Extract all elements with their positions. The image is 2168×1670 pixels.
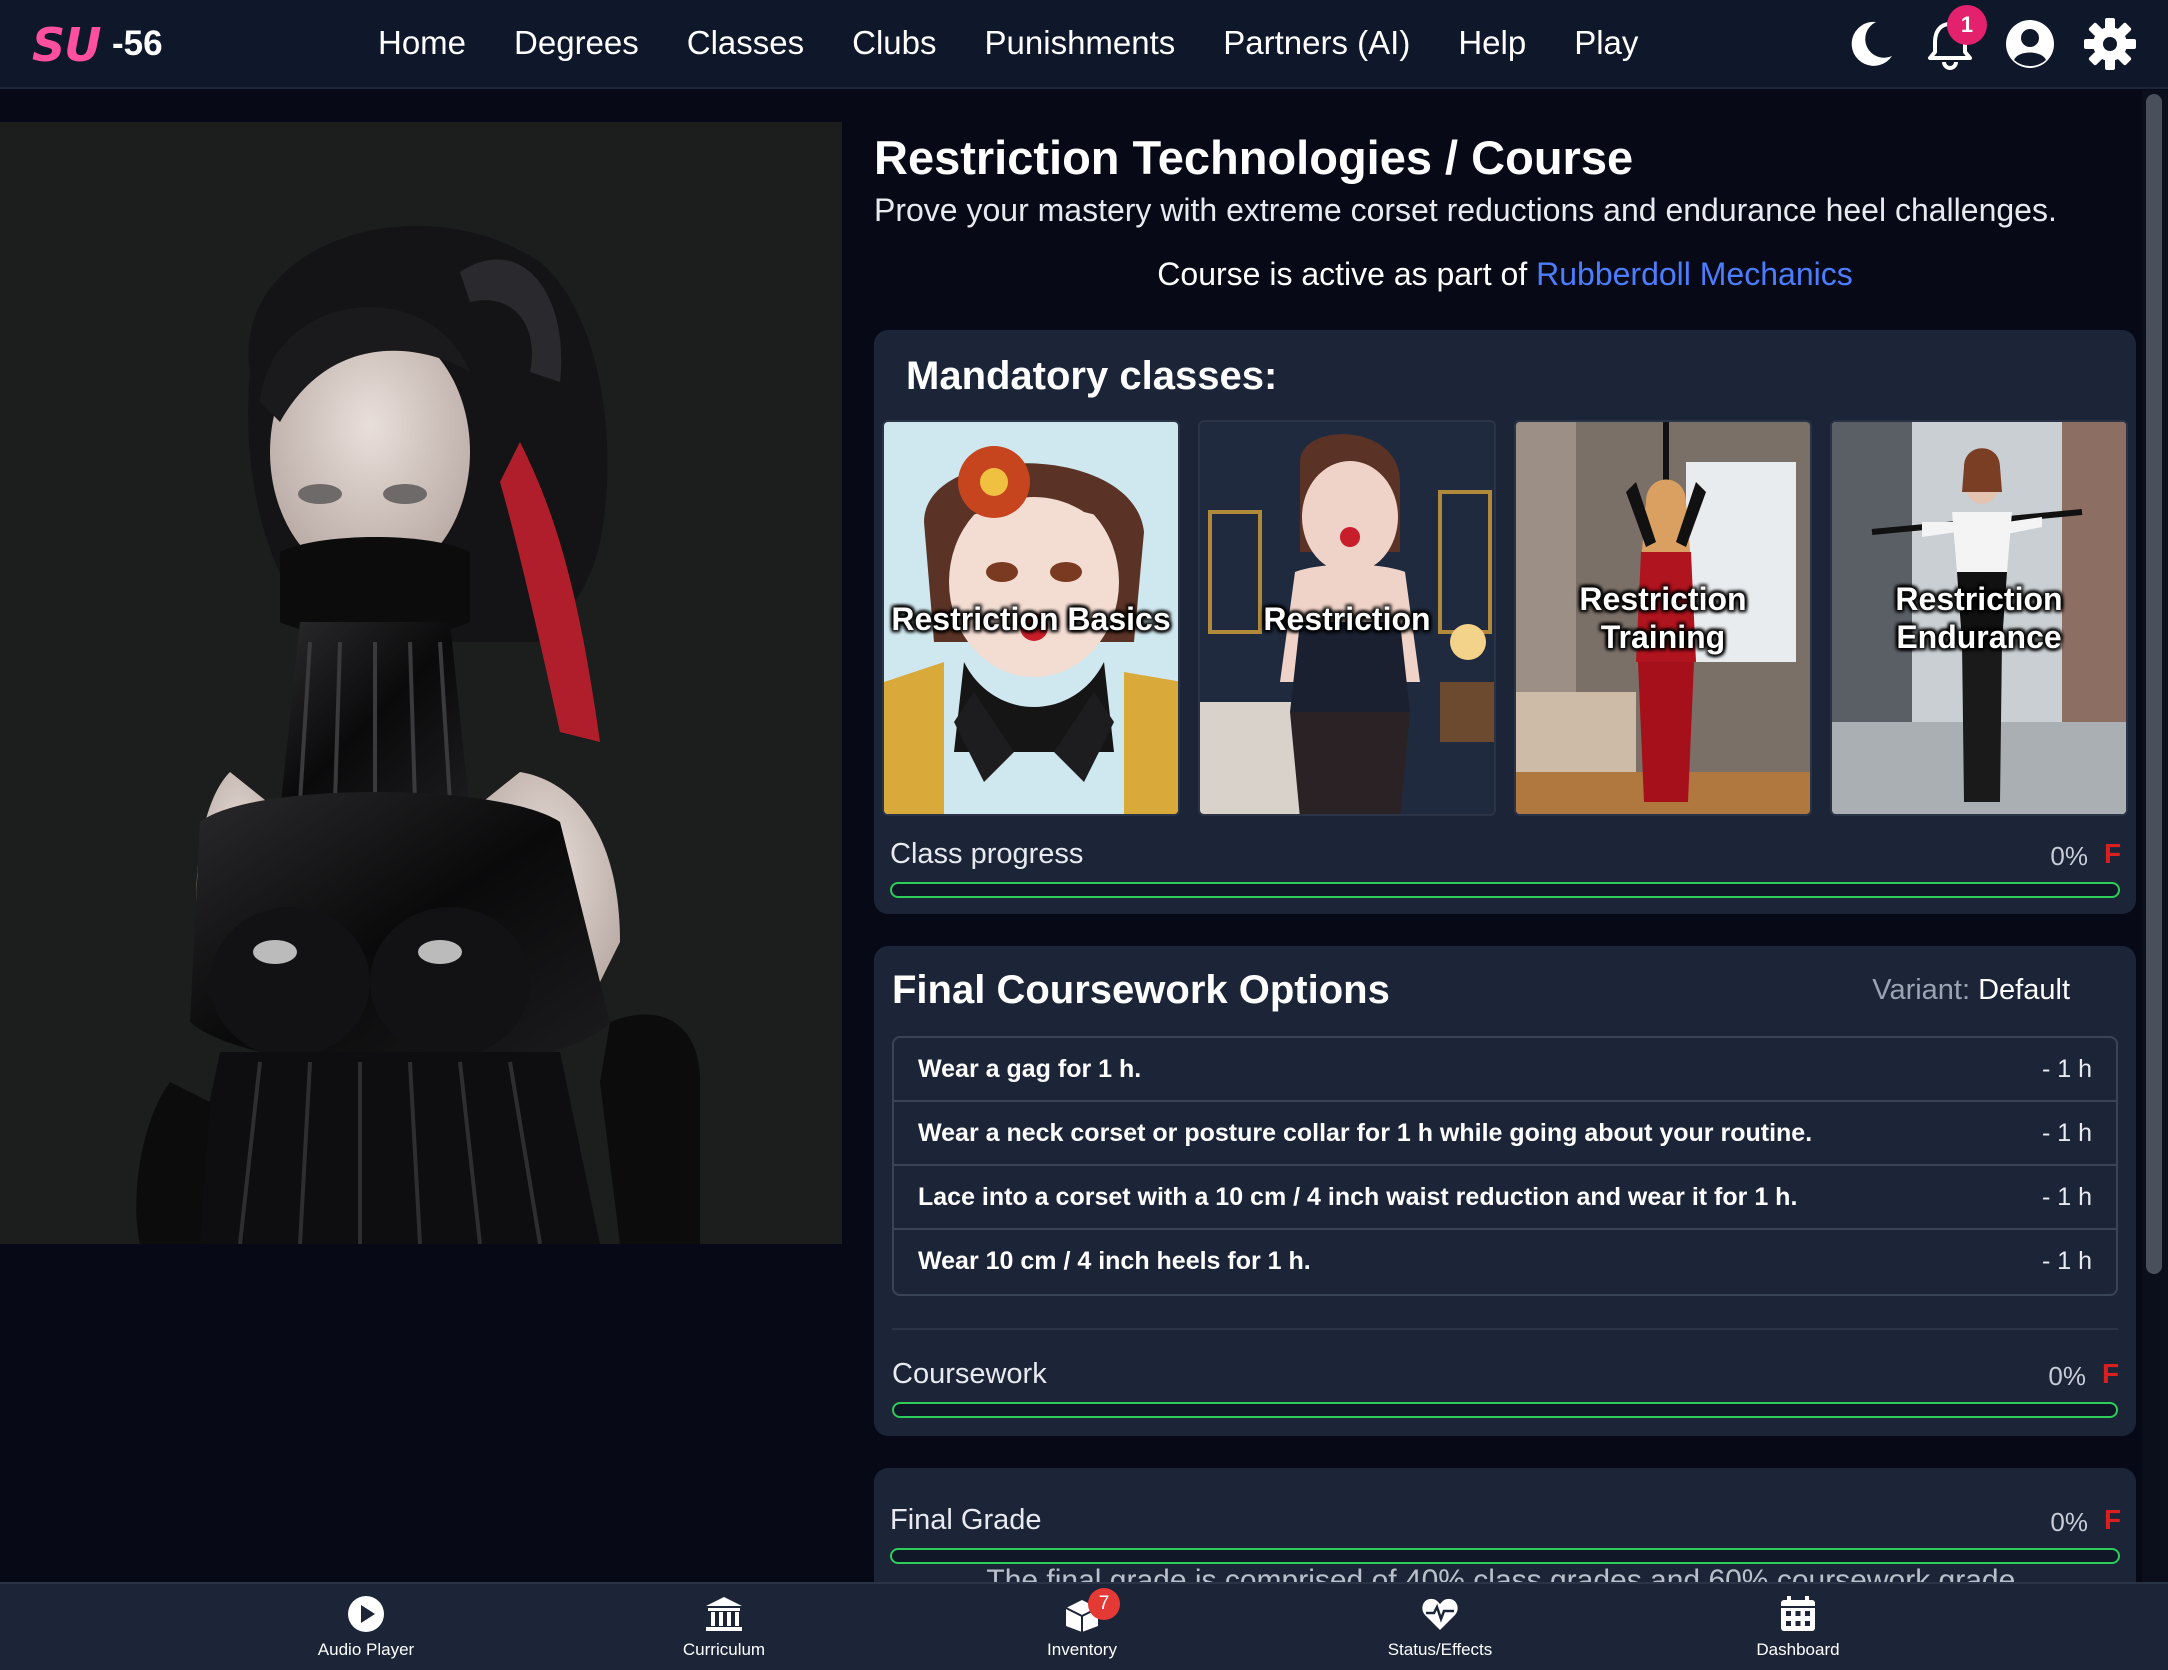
- course-description: Prove your mastery with extreme corset r…: [874, 192, 2057, 228]
- bottom-nav-label: Inventory: [1047, 1640, 1117, 1659]
- class-tile-restriction-endurance[interactable]: Restriction Endurance: [1830, 420, 2128, 816]
- variant-selector[interactable]: Variant: Default: [1872, 974, 2070, 1007]
- final-grade-label: Final Grade: [890, 1504, 1042, 1536]
- coursework-divider: [892, 1328, 2118, 1330]
- page-scrollbar-thumb[interactable]: [2146, 94, 2162, 1274]
- bottom-nav-audio-player[interactable]: Audio Player: [266, 1584, 466, 1670]
- final-grade-letter: F: [2104, 1504, 2122, 1535]
- nav-help[interactable]: Help: [1458, 24, 1526, 66]
- final-grade-progress-bar: [890, 1548, 2120, 1564]
- class-tile-restriction-basics[interactable]: Restriction Basics: [882, 420, 1180, 816]
- coursework-progress-label: Coursework: [892, 1358, 1047, 1390]
- bottom-nav-label: Curriculum: [682, 1640, 766, 1659]
- coursework-option-time: - 1 h: [2041, 1055, 2092, 1083]
- class-progress-percent: 0%: [2050, 841, 2088, 871]
- coursework-progress-percent: 0%: [2048, 1361, 2086, 1391]
- coursework-option-text: Wear a gag for 1 h.: [918, 1055, 1142, 1083]
- coursework-option-text: Wear 10 cm / 4 inch heels for 1 h.: [918, 1247, 1311, 1275]
- bottom-nav-label: Dashboard: [1756, 1640, 1840, 1659]
- play-circle-icon: [348, 1596, 384, 1632]
- course-active-line: Course is active as part of Rubberdoll M…: [874, 256, 2136, 293]
- coursework-option-text: Lace into a corset with a 10 cm / 4 inch…: [918, 1183, 1798, 1211]
- user-account-icon[interactable]: [2002, 16, 2058, 72]
- course-active-prefix: Course is active as part of: [1157, 256, 1537, 292]
- final-grade-percent: 0%: [2050, 1507, 2088, 1537]
- coursework-option-text: Wear a neck corset or posture collar for…: [918, 1119, 1813, 1147]
- bottom-nav-inventory[interactable]: 7 Inventory: [982, 1584, 1182, 1670]
- dark-mode-moon-icon[interactable]: [1842, 16, 1898, 72]
- bottom-nav-curriculum[interactable]: Curriculum: [624, 1584, 824, 1670]
- coursework-option[interactable]: Wear a gag for 1 h. - 1 h: [894, 1038, 2116, 1102]
- bottom-nav-label: Status/Effects: [1387, 1640, 1493, 1659]
- institution-building-icon: [706, 1597, 742, 1631]
- coursework-option-time: - 1 h: [2041, 1247, 2092, 1275]
- score-counter: -56: [112, 24, 163, 63]
- coursework-option[interactable]: Wear 10 cm / 4 inch heels for 1 h. - 1 h: [894, 1230, 2116, 1294]
- class-tile-label: Restriction Training: [1579, 581, 1747, 655]
- bottom-navigation-bar: Audio Player Curriculum 7 Inventory Stat…: [0, 1582, 2168, 1670]
- coursework-progress-bar: [892, 1402, 2118, 1418]
- class-tile-label: Restriction: [1263, 601, 1431, 637]
- class-progress-label: Class progress: [890, 838, 1084, 870]
- class-tile-restriction[interactable]: Restriction: [1198, 420, 1496, 816]
- nav-degrees[interactable]: Degrees: [514, 24, 639, 66]
- nav-partners-ai[interactable]: Partners (AI): [1223, 24, 1410, 66]
- notification-count-badge: 1: [1947, 5, 1987, 45]
- final-grade-footnote: The final grade is comprised of 40% clas…: [986, 1564, 2024, 1582]
- bottom-nav-status-effects[interactable]: Status/Effects: [1340, 1584, 1540, 1670]
- coursework-options-list: Wear a gag for 1 h. - 1 h Wear a neck co…: [892, 1036, 2118, 1296]
- mandatory-classes-title: Mandatory classes:: [906, 354, 1278, 398]
- class-tile-label: Restriction Endurance: [1895, 581, 2063, 655]
- final-coursework-title: Final Coursework Options: [892, 968, 1390, 1012]
- nav-clubs[interactable]: Clubs: [852, 24, 936, 66]
- nav-play[interactable]: Play: [1574, 24, 1638, 66]
- class-tile-restriction-training[interactable]: Restriction Training: [1514, 420, 1812, 816]
- main-nav: Home Degrees Classes Clubs Punishments P…: [378, 24, 1686, 66]
- course-hero-image: [0, 122, 842, 1244]
- nav-punishments[interactable]: Punishments: [985, 24, 1176, 66]
- nav-home[interactable]: Home: [378, 24, 466, 66]
- bottom-nav-label: Audio Player: [317, 1640, 415, 1659]
- coursework-option-time: - 1 h: [2041, 1183, 2092, 1211]
- top-navbar: SU -56 Home Degrees Classes Clubs Punish…: [0, 0, 2168, 89]
- nav-classes[interactable]: Classes: [687, 24, 804, 66]
- class-progress-grade: F: [2104, 838, 2122, 869]
- class-progress-bar: [890, 882, 2120, 898]
- class-tile-label: Restriction Basics: [891, 601, 1171, 637]
- heart-pulse-icon: [1422, 1598, 1458, 1630]
- coursework-progress-grade: F: [2102, 1358, 2120, 1389]
- settings-gear-icon[interactable]: [2082, 16, 2138, 72]
- app-logo[interactable]: SU: [32, 18, 101, 72]
- calendar-grid-icon: [1781, 1596, 1815, 1631]
- coursework-option[interactable]: Lace into a corset with a 10 cm / 4 inch…: [894, 1166, 2116, 1230]
- bottom-nav-dashboard[interactable]: Dashboard: [1698, 1584, 1898, 1670]
- variant-label: Variant:: [1872, 974, 1971, 1006]
- variant-value: Default: [1978, 974, 2070, 1006]
- coursework-option-time: - 1 h: [2041, 1119, 2092, 1147]
- course-title: Restriction Technologies / Course: [874, 131, 1634, 184]
- inventory-count-badge: 7: [1088, 1588, 1120, 1620]
- degree-link-rubberdoll-mechanics[interactable]: Rubberdoll Mechanics: [1536, 256, 1853, 292]
- coursework-option[interactable]: Wear a neck corset or posture collar for…: [894, 1102, 2116, 1166]
